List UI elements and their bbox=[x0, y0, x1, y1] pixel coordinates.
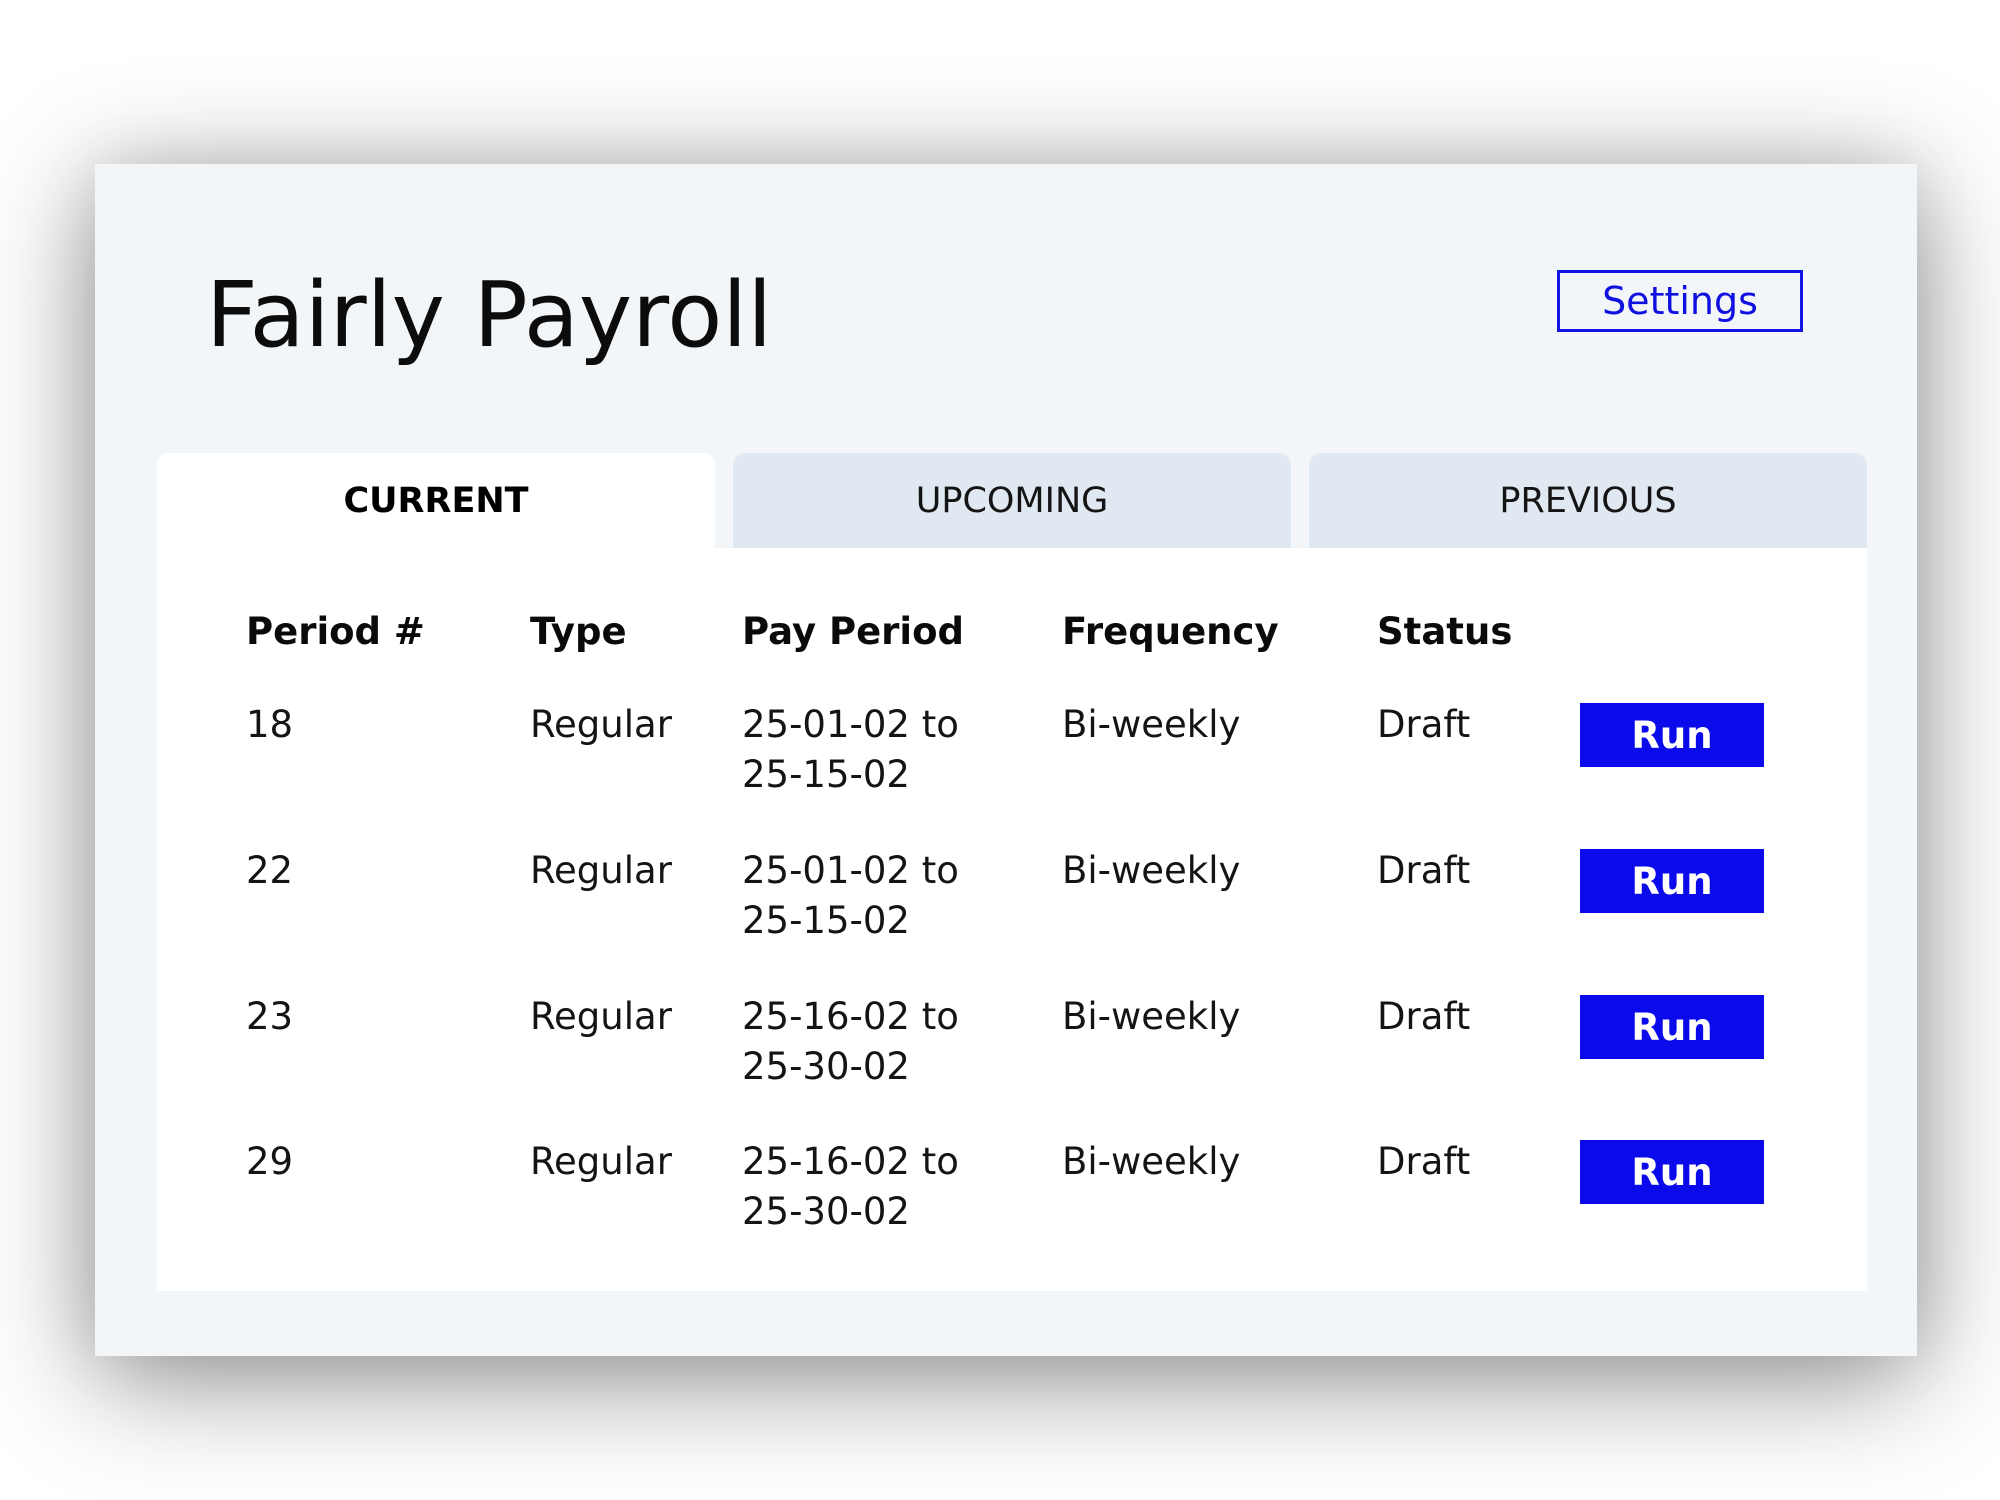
status: Draft bbox=[1377, 849, 1471, 892]
app-window: Fairly Payroll Settings CURRENT UPCOMING… bbox=[95, 164, 1917, 1356]
run-button[interactable]: Run bbox=[1580, 849, 1764, 913]
frequency: Bi-weekly bbox=[1062, 995, 1241, 1038]
pay-period: 25-16-02 to 25-30-02 bbox=[742, 1137, 959, 1237]
header-pay-period: Pay Period bbox=[742, 610, 964, 653]
pay-period-start: 25-16-02 to bbox=[742, 995, 959, 1038]
table-row: 23 Regular 25-16-02 to 25-30-02 Bi-weekl… bbox=[157, 992, 1867, 1132]
payroll-type: Regular bbox=[530, 703, 672, 746]
status: Draft bbox=[1377, 1140, 1471, 1183]
payroll-type: Regular bbox=[530, 849, 672, 892]
settings-button[interactable]: Settings bbox=[1557, 270, 1803, 332]
table-row: 18 Regular 25-01-02 to 25-15-02 Bi-weekl… bbox=[157, 700, 1867, 840]
frequency: Bi-weekly bbox=[1062, 849, 1241, 892]
payroll-type: Regular bbox=[530, 995, 672, 1038]
pay-period-start: 25-16-02 to bbox=[742, 1140, 959, 1183]
frequency: Bi-weekly bbox=[1062, 703, 1241, 746]
period-number: 18 bbox=[246, 703, 294, 746]
pay-period-end: 25-15-02 bbox=[742, 753, 910, 796]
table-row: 22 Regular 25-01-02 to 25-15-02 Bi-weekl… bbox=[157, 846, 1867, 986]
tab-previous[interactable]: PREVIOUS bbox=[1309, 453, 1867, 548]
header-type: Type bbox=[530, 610, 627, 653]
payroll-type: Regular bbox=[530, 1140, 672, 1183]
pay-period: 25-16-02 to 25-30-02 bbox=[742, 992, 959, 1092]
frequency: Bi-weekly bbox=[1062, 1140, 1241, 1183]
pay-period: 25-01-02 to 25-15-02 bbox=[742, 846, 959, 946]
run-button[interactable]: Run bbox=[1580, 995, 1764, 1059]
period-number: 29 bbox=[246, 1140, 294, 1183]
table-row: 29 Regular 25-16-02 to 25-30-02 Bi-weekl… bbox=[157, 1137, 1867, 1277]
header-period: Period # bbox=[246, 610, 425, 653]
page-title: Fairly Payroll bbox=[206, 263, 773, 368]
status: Draft bbox=[1377, 995, 1471, 1038]
tab-upcoming[interactable]: UPCOMING bbox=[733, 453, 1291, 548]
pay-period: 25-01-02 to 25-15-02 bbox=[742, 700, 959, 800]
tab-current[interactable]: CURRENT bbox=[157, 453, 715, 548]
payroll-table: Period # Type Pay Period Frequency Statu… bbox=[157, 548, 1867, 1291]
pay-period-start: 25-01-02 to bbox=[742, 703, 959, 746]
pay-period-end: 25-30-02 bbox=[742, 1045, 910, 1088]
run-button[interactable]: Run bbox=[1580, 703, 1764, 767]
header-status: Status bbox=[1377, 610, 1513, 653]
pay-period-end: 25-30-02 bbox=[742, 1190, 910, 1233]
tab-bar: CURRENT UPCOMING PREVIOUS bbox=[157, 453, 1867, 548]
header-frequency: Frequency bbox=[1062, 610, 1279, 653]
pay-period-end: 25-15-02 bbox=[742, 899, 910, 942]
period-number: 22 bbox=[246, 849, 294, 892]
status: Draft bbox=[1377, 703, 1471, 746]
run-button[interactable]: Run bbox=[1580, 1140, 1764, 1204]
pay-period-start: 25-01-02 to bbox=[742, 849, 959, 892]
period-number: 23 bbox=[246, 995, 294, 1038]
